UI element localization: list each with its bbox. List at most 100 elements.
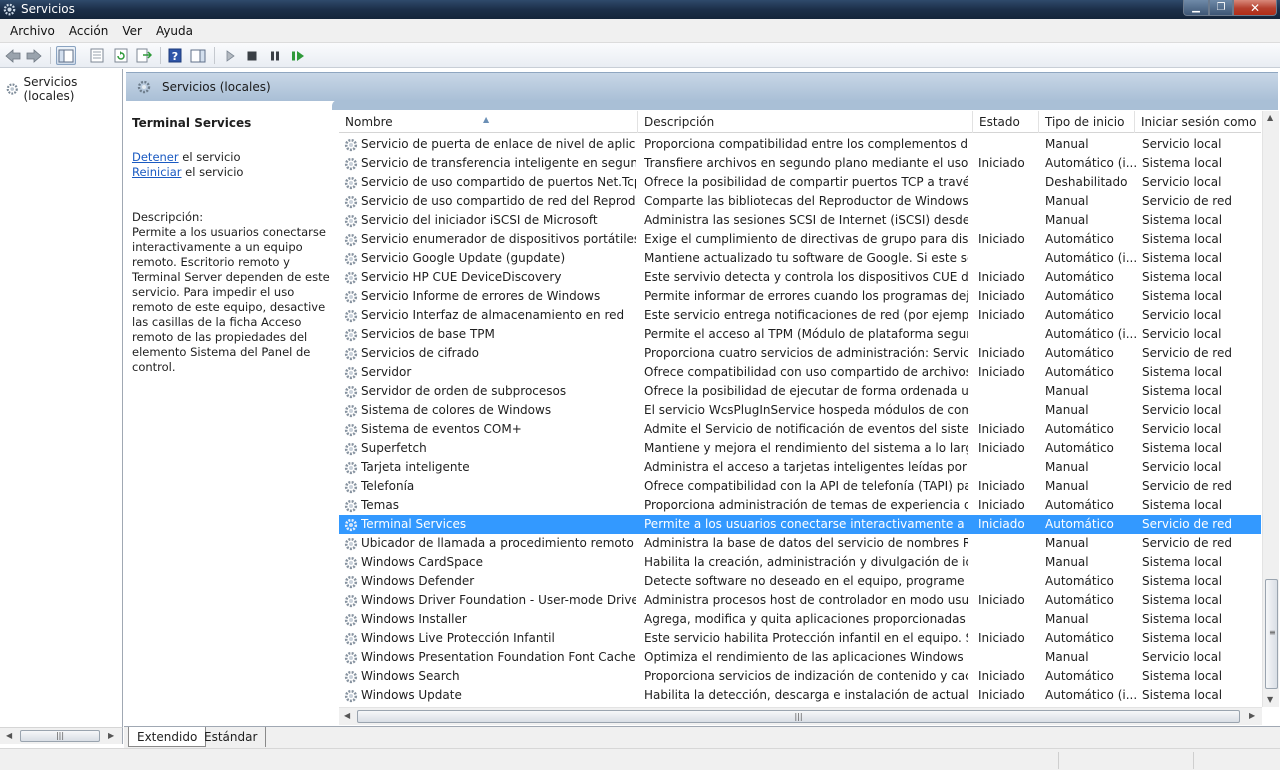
column-header-logon-as[interactable]: Iniciar sesión como — [1135, 111, 1261, 133]
back-button[interactable] — [3, 46, 23, 65]
gear-icon — [344, 157, 358, 171]
menu-ver[interactable]: Ver — [115, 20, 149, 42]
column-header-name[interactable]: Nombre ▲ — [339, 111, 638, 133]
tab-extended[interactable]: Extendido — [128, 727, 207, 747]
gear-icon — [344, 195, 358, 209]
scroll-thumb[interactable]: ||| — [20, 730, 100, 742]
column-header-startup-type[interactable]: Tipo de inicio — [1039, 111, 1135, 133]
service-description: Permite informar de errores cuando los p… — [644, 289, 968, 303]
table-row[interactable]: Telefonía Ofrece compatibilidad con la AP… — [339, 477, 1261, 496]
service-name: Temas — [361, 498, 399, 512]
gear-icon — [344, 347, 358, 361]
service-state: Iniciado — [978, 479, 1025, 493]
table-row[interactable]: Windows CardSpace Habilita la creación, a… — [339, 553, 1261, 572]
table-row[interactable]: Servicio de puerta de enlace de nivel de… — [339, 135, 1261, 154]
stop-service-link[interactable]: Detener — [132, 150, 179, 164]
restart-service-button[interactable] — [288, 46, 308, 65]
service-description: Detecte software no deseado en el equipo… — [644, 574, 968, 588]
table-row[interactable]: Windows Defender Detecte software no dese… — [339, 572, 1261, 591]
table-row[interactable]: Servicio enumerador de dispositivos port… — [339, 230, 1261, 249]
table-row[interactable]: Servicio de uso compartido de red del Re… — [339, 192, 1261, 211]
table-row[interactable]: Windows Update Habilita la detección, des… — [339, 686, 1261, 705]
table-row[interactable]: Windows Installer Agrega, modifica y quit… — [339, 610, 1261, 629]
close-button[interactable]: ✕ — [1233, 0, 1277, 16]
table-row[interactable]: Windows Live Protección Infantil Este ser… — [339, 629, 1261, 648]
table-row[interactable]: Ubicador de llamada a procedimiento remo… — [339, 534, 1261, 553]
scroll-left-icon[interactable]: ◀ — [6, 731, 12, 740]
gears-icon — [137, 80, 151, 94]
maximize-button[interactable]: ❐ — [1209, 0, 1233, 16]
table-row[interactable]: Servicio Google Update (gupdate) Mantiene… — [339, 249, 1261, 268]
forward-button[interactable] — [24, 46, 44, 65]
scroll-right-icon[interactable]: ▶ — [108, 731, 114, 740]
service-name: Superfetch — [361, 441, 427, 455]
service-name: Windows Live Protección Infantil — [361, 631, 555, 645]
list-vertical-scrollbar[interactable]: ▲ ≡ ▼ — [1262, 111, 1279, 707]
service-logon-as: Servicio local — [1142, 422, 1222, 436]
table-row[interactable]: Sistema de eventos COM+ Admite el Servici… — [339, 420, 1261, 439]
scroll-left-icon[interactable]: ◀ — [344, 711, 350, 720]
table-row[interactable]: Servicio del iniciador iSCSI de Microsof… — [339, 211, 1261, 230]
table-row[interactable]: Terminal Services Permite a los usuarios … — [339, 515, 1261, 534]
table-row[interactable]: Servidor de orden de subprocesos Ofrece l… — [339, 382, 1261, 401]
table-row[interactable]: Servicio Informe de errores de Windows Pe… — [339, 287, 1261, 306]
gear-icon — [344, 594, 358, 608]
service-startup-type: Automático — [1045, 289, 1114, 303]
help-button[interactable]: ? — [165, 46, 185, 65]
show-action-pane-button[interactable] — [188, 46, 208, 65]
column-header-description[interactable]: Descripción — [638, 111, 973, 133]
service-name: Servicio de transferencia inteligente en… — [361, 156, 636, 170]
service-logon-as: Sistema local — [1142, 498, 1223, 512]
scroll-thumb[interactable]: ≡ — [1265, 579, 1278, 689]
pause-service-button[interactable] — [265, 46, 285, 65]
column-header-state[interactable]: Estado — [973, 111, 1039, 133]
stop-service-button[interactable] — [242, 46, 262, 65]
menu-ayuda[interactable]: Ayuda — [149, 20, 200, 42]
table-row[interactable]: Servicio de transferencia inteligente en… — [339, 154, 1261, 173]
minimize-icon: ▁ — [1192, 2, 1200, 13]
list-horizontal-scrollbar[interactable]: ◀ ||| ▶ — [339, 707, 1262, 725]
table-row[interactable]: Windows Driver Foundation - User-mode Dr… — [339, 591, 1261, 610]
tree-horizontal-scrollbar[interactable]: ◀ ||| ▶ — [0, 727, 123, 744]
scroll-right-icon[interactable]: ▶ — [1249, 711, 1255, 720]
tab-standard[interactable]: Estándar — [196, 727, 267, 747]
service-name: Ubicador de llamada a procedimiento remo… — [361, 536, 636, 550]
scroll-down-icon[interactable]: ▼ — [1267, 695, 1273, 704]
table-row[interactable]: Servicios de cifrado Proporciona cuatro s… — [339, 344, 1261, 363]
show-hide-tree-button[interactable] — [56, 46, 76, 65]
tree-item-services-local[interactable]: Servicios (locales) — [5, 75, 122, 103]
table-row[interactable]: Servicio HP CUE DeviceDiscovery Este serv… — [339, 268, 1261, 287]
table-row[interactable]: Servicio de uso compartido de puertos Ne… — [339, 173, 1261, 192]
table-row[interactable]: Servidor Ofrece compatibilidad con uso co… — [339, 363, 1261, 382]
service-description: Este servivio detecta y controla los dis… — [644, 270, 968, 284]
scroll-up-icon[interactable]: ▲ — [1267, 113, 1273, 122]
table-row[interactable]: Windows Presentation Foundation Font Cac… — [339, 648, 1261, 667]
table-row[interactable]: Temas Proporciona administración de temas… — [339, 496, 1261, 515]
service-name: Servicio de uso compartido de red del Re… — [361, 194, 636, 208]
properties-button[interactable] — [87, 46, 107, 65]
menu-accion[interactable]: Acción — [62, 20, 115, 42]
table-row[interactable]: Servicios de base TPM Permite el acceso a… — [339, 325, 1261, 344]
scroll-thumb[interactable]: ||| — [357, 710, 1240, 723]
service-description: Ofrece compatibilidad con la API de tele… — [644, 479, 968, 493]
status-bar — [0, 748, 1280, 770]
console-tree: Servicios (locales) — [0, 69, 123, 727]
start-service-button[interactable] — [220, 46, 240, 65]
description-text: Permite a los usuarios conectarse intera… — [132, 225, 330, 374]
service-description: Administra procesos host de controlador … — [644, 593, 968, 607]
table-row[interactable]: Sistema de colores de Windows El servicio… — [339, 401, 1261, 420]
restart-icon — [292, 50, 304, 61]
export-list-button[interactable] — [134, 46, 154, 65]
table-row[interactable]: Windows Search Proporciona servicios de i… — [339, 667, 1261, 686]
refresh-button[interactable] — [111, 46, 131, 65]
table-row[interactable]: Superfetch Mantiene y mejora el rendimien… — [339, 439, 1261, 458]
table-row[interactable]: Servicio Interfaz de almacenamiento en r… — [339, 306, 1261, 325]
restart-service-link[interactable]: Reiniciar — [132, 165, 182, 179]
service-description: Habilita la creación, administración y d… — [644, 555, 968, 569]
service-state: Iniciado — [978, 308, 1025, 322]
service-name: Servicio Informe de errores de Windows — [361, 289, 601, 303]
minimize-button[interactable]: ▁ — [1183, 0, 1209, 16]
service-description: Este servicio entrega notificaciones de … — [644, 308, 968, 322]
menu-archivo[interactable]: Archivo — [0, 20, 62, 42]
table-row[interactable]: Tarjeta inteligente Administra el acceso … — [339, 458, 1261, 477]
